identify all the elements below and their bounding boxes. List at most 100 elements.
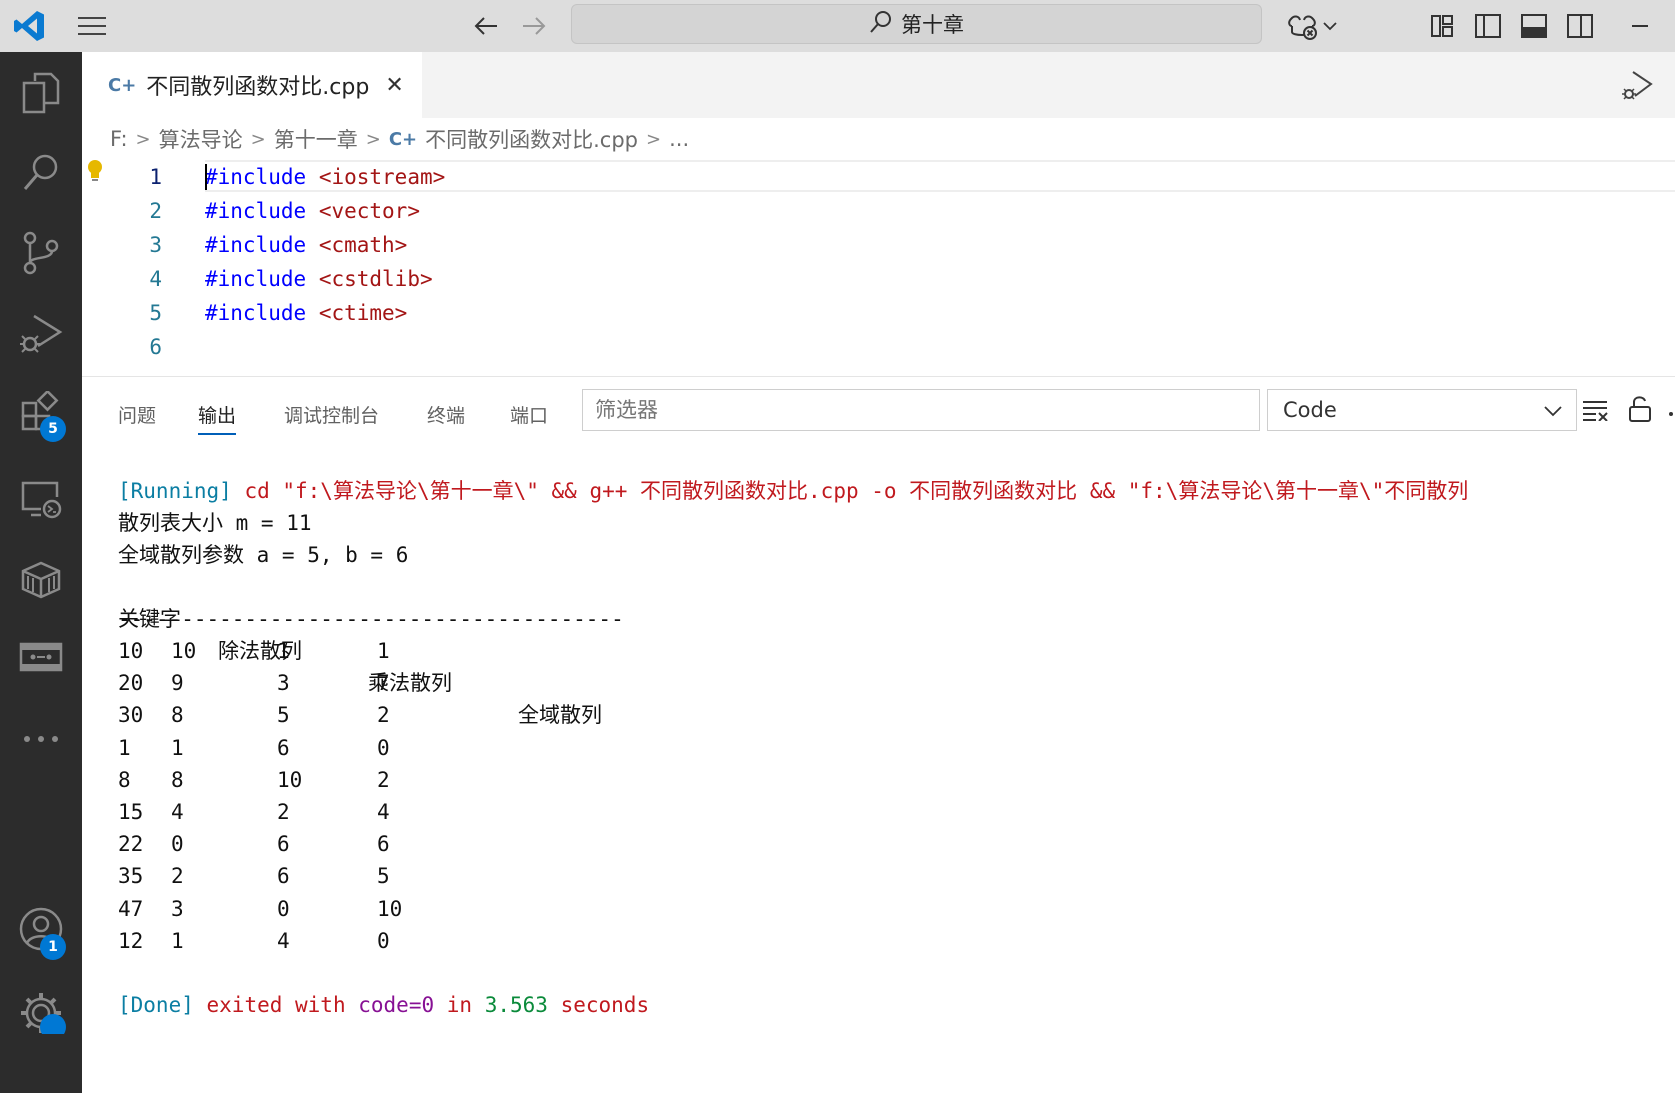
accounts-icon[interactable]: 1 bbox=[0, 894, 82, 964]
code-line[interactable]: 5 #include <ctime> bbox=[82, 296, 1675, 330]
output-table-cell: 0 bbox=[277, 896, 290, 921]
output-table-cell: 20 bbox=[118, 671, 144, 696]
extensions-icon[interactable]: 5 bbox=[0, 378, 82, 448]
toggle-panel-icon[interactable] bbox=[1514, 0, 1554, 52]
output-separator: ---------------------------------------- bbox=[118, 607, 624, 631]
output-table-row: 1 1 6 0 bbox=[118, 732, 818, 764]
line-code: #include <ctime> bbox=[205, 301, 408, 325]
layout-customize-icon[interactable] bbox=[1422, 0, 1462, 52]
output-table-row: 15 4 2 4 bbox=[118, 796, 818, 828]
output-table-cell: 3 bbox=[171, 896, 184, 921]
line-number: 4 bbox=[149, 267, 162, 291]
command-center-search[interactable]: 第十章 bbox=[571, 4, 1262, 44]
containers-icon[interactable] bbox=[0, 544, 82, 614]
code-line[interactable]: 1 #include <iostream> bbox=[82, 160, 1675, 194]
line-number: 1 bbox=[149, 165, 162, 189]
output-table-cell: 10 bbox=[377, 896, 403, 921]
output-table-row: 35 2 6 5 bbox=[118, 860, 818, 892]
code-line[interactable]: 3 #include <cmath> bbox=[82, 228, 1675, 262]
output-table-row: 10 10 1 1 bbox=[118, 635, 818, 667]
clear-output-icon[interactable] bbox=[1582, 399, 1610, 425]
output-channel-value: Code bbox=[1283, 398, 1337, 422]
output-table-cell: 12 bbox=[118, 928, 144, 953]
output-table-cell: 9 bbox=[171, 671, 184, 696]
chevron-right-icon: > bbox=[135, 128, 151, 150]
output-table-cell: 2 bbox=[377, 703, 390, 728]
output-table-row: 20 9 3 7 bbox=[118, 667, 818, 699]
output-table-cell: 8 bbox=[118, 767, 131, 792]
line-code: #include <cmath> bbox=[205, 233, 408, 257]
menu-icon[interactable] bbox=[70, 0, 114, 52]
output-table-cell: 6 bbox=[277, 735, 290, 760]
breadcrumb-folder[interactable]: 算法导论 bbox=[159, 124, 243, 154]
remote-explorer-icon[interactable] bbox=[0, 464, 82, 534]
output-table-cell: 4 bbox=[377, 800, 390, 824]
breadcrumb-subfolder[interactable]: 第十一章 bbox=[274, 124, 358, 154]
output-channel-select[interactable]: Code bbox=[1267, 389, 1577, 431]
explorer-icon[interactable] bbox=[0, 58, 82, 128]
vscode-logo-icon bbox=[8, 0, 52, 52]
tab-output[interactable]: 输出 bbox=[198, 399, 237, 435]
breadcrumb-drive[interactable]: F: bbox=[110, 127, 128, 151]
output-header-row: 关键字 除法散列 乘法散列 全域散列 bbox=[118, 571, 818, 727]
output-table-cell: 0 bbox=[171, 832, 184, 857]
output-line-done: [Done] exited with code=0 in 3.563 secon… bbox=[118, 993, 650, 1017]
minimize-icon[interactable] bbox=[1620, 0, 1660, 52]
line-number: 2 bbox=[149, 199, 162, 223]
more-actions-icon[interactable] bbox=[1667, 403, 1675, 422]
search-icon[interactable] bbox=[0, 138, 82, 208]
run-debug-icon[interactable] bbox=[0, 298, 82, 368]
more-icon[interactable] bbox=[0, 704, 82, 774]
activity-bar: 5 1 bbox=[0, 52, 82, 1093]
output-table-cell: 7 bbox=[377, 671, 390, 696]
tab-active-file[interactable]: C+ 不同散列函数对比.cpp ✕ bbox=[82, 52, 422, 118]
tab-ports[interactable]: 端口 bbox=[510, 399, 548, 433]
code-line[interactable]: 4 #include <cstdlib> bbox=[82, 262, 1675, 296]
output-filter-input[interactable]: 筛选器 bbox=[582, 389, 1260, 431]
toggle-secondary-sidebar-icon[interactable] bbox=[1560, 0, 1600, 52]
output-table-cell: 10 bbox=[171, 639, 197, 663]
line-code: #include <vector> bbox=[205, 199, 420, 223]
chevron-right-icon: > bbox=[365, 128, 381, 150]
chevron-down-icon bbox=[1544, 390, 1562, 430]
output-table-cell: 6 bbox=[377, 832, 390, 857]
breadcrumb-symbol[interactable]: ... bbox=[669, 127, 689, 151]
breadcrumb-file[interactable]: 不同散列函数对比.cpp bbox=[425, 124, 638, 154]
arrow-left-icon[interactable] bbox=[466, 0, 506, 52]
tab-terminal[interactable]: 终端 bbox=[427, 399, 465, 433]
tab-debug-console[interactable]: 调试控制台 bbox=[284, 399, 379, 433]
output-table-row: 12 1 4 0 bbox=[118, 925, 818, 957]
output-table-row: 8 8 10 2 bbox=[118, 764, 818, 796]
code-editor[interactable]: 1 #include <iostream> 2 #include <vector… bbox=[82, 160, 1675, 376]
tab-problems[interactable]: 问题 bbox=[118, 399, 156, 433]
manage-icon[interactable] bbox=[0, 974, 82, 1034]
output-table-cell: 3 bbox=[277, 671, 290, 696]
accounts-badge: 1 bbox=[40, 934, 66, 960]
lock-scroll-icon[interactable] bbox=[1628, 395, 1652, 427]
copilot-icon[interactable] bbox=[1282, 0, 1322, 52]
ports-icon[interactable] bbox=[0, 622, 82, 692]
output-table-cell: 5 bbox=[377, 864, 390, 889]
arrow-right-icon[interactable] bbox=[514, 0, 554, 52]
output-table-cell: 10 bbox=[277, 767, 303, 792]
search-icon bbox=[869, 10, 893, 39]
toggle-sidebar-icon[interactable] bbox=[1468, 0, 1508, 52]
bottom-panel: 问题 输出 调试控制台 终端 端口 筛选器 Code [Running] cd … bbox=[82, 376, 1675, 1094]
title-bar: 第十章 bbox=[0, 0, 1675, 52]
output-table-cell: 2 bbox=[171, 864, 184, 889]
close-tab-icon[interactable]: ✕ bbox=[385, 73, 403, 98]
source-control-icon[interactable] bbox=[0, 218, 82, 288]
output-table-cell: 1 bbox=[277, 639, 290, 663]
output-table-cell: 15 bbox=[118, 800, 144, 824]
output-line: 散列表大小 m = 11 bbox=[118, 511, 312, 535]
chevron-down-icon[interactable] bbox=[1320, 0, 1340, 52]
code-line[interactable]: 6 bbox=[82, 330, 1675, 364]
output-table-row: 22 0 6 6 bbox=[118, 828, 818, 860]
output-table-cell: 0 bbox=[377, 735, 390, 760]
output-table-cell: 6 bbox=[277, 832, 290, 857]
line-code: #include <iostream> bbox=[205, 164, 446, 190]
code-line[interactable]: 2 #include <vector> bbox=[82, 194, 1675, 228]
output-table-cell: 8 bbox=[171, 767, 184, 792]
output-table-cell: 4 bbox=[277, 928, 290, 953]
run-debug-file-icon[interactable] bbox=[1621, 68, 1655, 106]
